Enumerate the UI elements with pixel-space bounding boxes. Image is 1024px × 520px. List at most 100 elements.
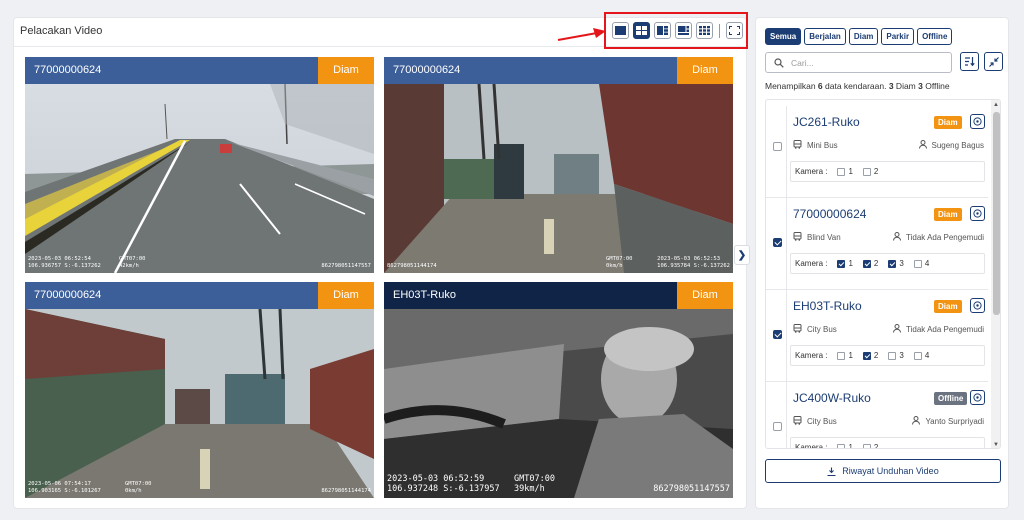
video-tile[interactable]: 77000000624 Diam 862798051144174 GMT07:0… <box>384 57 733 273</box>
camera-option-4[interactable]: 4 <box>913 351 929 360</box>
grid-2x2-button[interactable] <box>633 22 650 39</box>
video-tile-header: 77000000624 Diam <box>384 57 733 84</box>
camera-checkbox[interactable] <box>837 259 846 268</box>
grid-1-plus-5-icon <box>678 26 689 35</box>
camera-number: 1 <box>848 167 853 176</box>
sort-button[interactable] <box>960 52 979 71</box>
camera-number: 1 <box>848 259 853 268</box>
collapse-sidebar-button[interactable]: ❯ <box>734 245 750 265</box>
camera-checkbox[interactable] <box>837 351 846 360</box>
vehicle-summary: Menampilkan 6 data kendaraan. 3 Diam 3 O… <box>765 81 950 91</box>
scroll-down-icon[interactable]: ▼ <box>993 442 999 448</box>
bus-icon <box>793 140 802 151</box>
camera-option-1[interactable]: 1 <box>837 351 853 360</box>
osd-device-id: 862798051144174 <box>321 488 371 495</box>
scroll-up-icon[interactable]: ▲ <box>993 102 999 108</box>
osd-coordinates: 106.935784 S:-6.137262 <box>657 263 730 270</box>
camera-checkbox[interactable] <box>862 443 871 448</box>
vehicle-select-checkbox[interactable] <box>773 142 782 151</box>
divider <box>14 46 746 47</box>
vehicle-type: Mini Bus <box>793 140 838 151</box>
stream-icon <box>973 297 982 315</box>
vehicle-select-checkbox[interactable] <box>773 238 782 247</box>
tile-vehicle-label: 77000000624 <box>393 64 461 76</box>
fullscreen-button[interactable] <box>726 22 743 39</box>
video-tile[interactable]: 77000000624 Diam 2023-05-03 06:52:54 106… <box>25 57 374 273</box>
vehicle-row[interactable]: EH03T-Ruko Diam City Bus Tidak Ada Pengemud… <box>766 290 988 382</box>
search-box <box>765 52 952 73</box>
vehicle-select-checkbox[interactable] <box>773 422 782 431</box>
video-tile-header: 77000000624 Diam <box>25 282 374 309</box>
vehicle-list-scroll: JC261-Ruko Diam Mini Bus Sugeng Bagus Kamera… <box>766 100 988 449</box>
status-badge: Diam <box>677 57 733 84</box>
driver-name: Tidak Ada Pengemudi <box>906 233 984 242</box>
camera-option-2[interactable]: 2 <box>862 167 878 176</box>
osd-coordinates: 106.937248 S:-6.137957 <box>387 484 500 495</box>
camera-checkbox[interactable] <box>913 259 922 268</box>
camera-number: 2 <box>873 351 879 360</box>
camera-checkbox[interactable] <box>862 167 871 176</box>
scrollbar-thumb[interactable] <box>993 112 1000 315</box>
osd-speed: 42km/h <box>119 263 139 270</box>
live-stream-button[interactable] <box>970 298 985 313</box>
vehicle-row[interactable]: JC261-Ruko Diam Mini Bus Sugeng Bagus Kamera… <box>766 106 988 198</box>
camera-checkbox[interactable] <box>837 443 846 448</box>
status-badge: Offline <box>934 392 968 405</box>
camera-checkbox[interactable] <box>888 259 897 268</box>
grid-1-plus-5-button[interactable] <box>675 22 692 39</box>
camera-checkbox[interactable] <box>862 351 871 360</box>
vehicle-type-label: City Bus <box>807 325 837 334</box>
vehicle-name: EH03T-Ruko <box>793 299 862 313</box>
status-badge: Diam <box>318 57 374 84</box>
scrollbar[interactable]: ▲ ▼ <box>991 100 1000 448</box>
live-stream-button[interactable] <box>970 114 985 129</box>
live-stream-button[interactable] <box>970 390 985 405</box>
filter-tab-offline[interactable]: Offline <box>917 28 953 45</box>
camera-option-1[interactable]: 1 <box>837 259 853 268</box>
grid-1-plus-3-button[interactable] <box>654 22 671 39</box>
video-tile-header: 77000000624 Diam <box>25 57 374 84</box>
camera-option-2[interactable]: 2 <box>862 443 879 449</box>
camera-option-3[interactable]: 3 <box>888 259 904 268</box>
camera-option-2[interactable]: 2 <box>862 259 878 268</box>
osd-timestamp: 2023-05-03 06:52:54 <box>28 256 91 263</box>
filter-tab-berjalan[interactable]: Berjalan <box>804 28 846 45</box>
camera-option-4[interactable]: 4 <box>913 259 929 268</box>
camera-option-3[interactable]: 3 <box>888 351 904 360</box>
camera-option-2[interactable]: 2 <box>862 351 879 360</box>
grid-3x3-button[interactable] <box>696 22 713 39</box>
camera-checkbox[interactable] <box>837 167 846 176</box>
filter-tab-semua[interactable]: Semua <box>765 28 802 45</box>
camera-selector: Kamera : 1 2 3 4 <box>790 253 985 274</box>
collapse-all-button[interactable] <box>984 52 1003 71</box>
osd-timestamp: 2023-05-06 07:54:17 <box>28 481 91 488</box>
osd-speed: 0km/h <box>606 263 623 270</box>
camera-option-1[interactable]: 1 <box>837 443 853 448</box>
vehicle-row[interactable]: JC400W-Ruko Offline City Bus Yanto Surpriya… <box>766 382 988 449</box>
filter-tab-parkir[interactable]: Parkir <box>881 28 915 45</box>
search-input[interactable] <box>791 57 941 68</box>
camera-checkbox[interactable] <box>913 351 922 360</box>
layout-toolbar <box>612 22 743 39</box>
download-history-button[interactable]: Riwayat Unduhan Video <box>765 459 1001 483</box>
toolbar-divider <box>719 23 720 38</box>
camera-label: Kamera : <box>795 259 828 268</box>
video-osd-text: GMT07:00 0km/h <box>125 481 152 495</box>
vehicle-row[interactable]: 77000000624 Diam Blind Van Tidak Ada Pengem… <box>766 198 988 290</box>
vehicle-select-checkbox[interactable] <box>773 330 782 339</box>
live-stream-button[interactable] <box>970 206 985 221</box>
video-tile[interactable]: EH03T-Ruko Diam 2023-05-03 06:52:59 106.… <box>384 282 733 498</box>
osd-timezone: GMT07:00 <box>606 256 633 263</box>
camera-selector: Kamera : 1 2 3 4 <box>790 345 985 366</box>
camera-number: 2 <box>873 443 879 449</box>
camera-option-1[interactable]: 1 <box>837 167 853 176</box>
camera-checkbox[interactable] <box>862 259 871 268</box>
vehicle-type-label: Mini Bus <box>807 141 838 150</box>
single-view-icon <box>615 26 626 35</box>
single-view-button[interactable] <box>612 22 629 39</box>
video-tile[interactable]: 77000000624 Diam 2023-05-06 07:54:17 106… <box>25 282 374 498</box>
camera-checkbox[interactable] <box>888 351 897 360</box>
status-badge: Diam <box>934 116 962 129</box>
status-badge: Diam <box>677 282 733 309</box>
filter-tab-diam[interactable]: Diam <box>848 28 879 45</box>
